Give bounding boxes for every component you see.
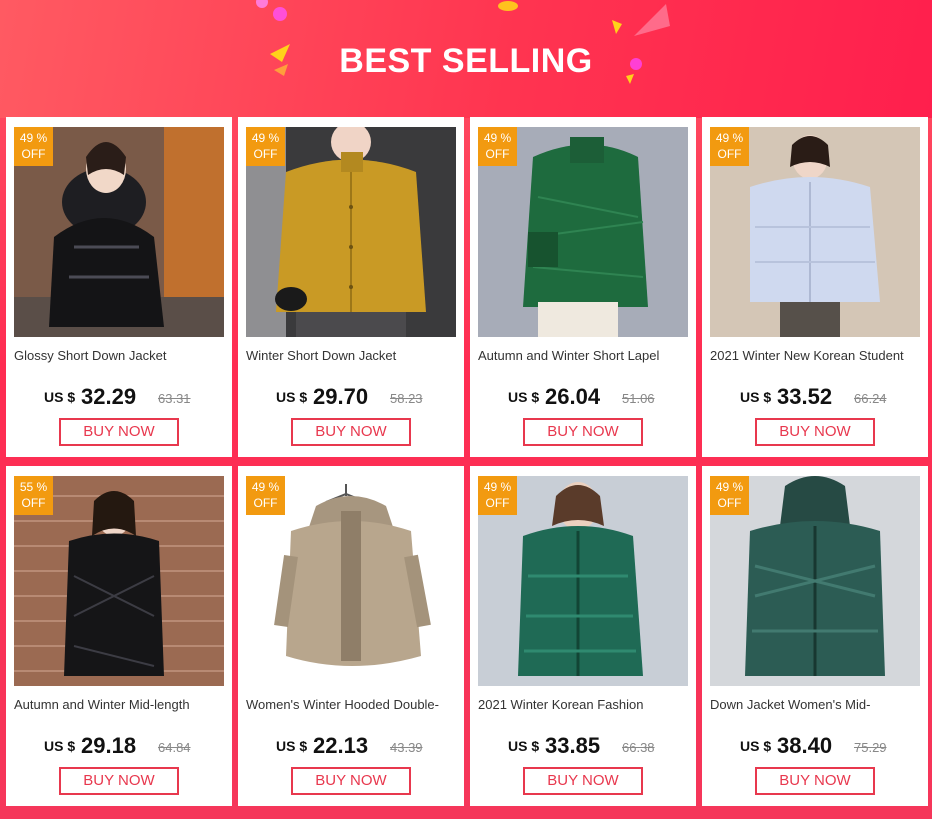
discount-percent: 49 % [715,480,744,494]
original-price: 66.24 [854,391,887,406]
discount-off-label: OFF [717,496,742,510]
product-card[interactable]: 49 % OFF Down Jacket Women's Mid- US $ 3… [702,466,928,806]
discount-percent: 49 % [251,480,280,494]
product-grid: 49 % OFF Glossy Short Down Jacket US $ 3… [6,117,932,819]
discount-badge: 49 % OFF [246,127,285,166]
price-row: US $ 38.40 75.29 [702,733,928,758]
original-price: 64.84 [158,740,191,755]
currency-label: US $ [276,389,308,405]
product-card[interactable]: 55 % OFF Autumn and Winter Mid-length US… [6,466,232,806]
sale-price: 26.04 [545,384,601,409]
discount-percent: 49 % [483,480,512,494]
original-price: 75.29 [854,740,887,755]
product-card[interactable]: 49 % OFF 2021 Winter New Korean Student … [702,117,928,457]
currency-label: US $ [44,738,76,754]
original-price: 43.39 [390,740,423,755]
currency-label: US $ [740,738,772,754]
discount-badge: 49 % OFF [710,476,749,515]
product-name[interactable]: Autumn and Winter Short Lapel [478,348,690,366]
sale-price: 33.85 [545,733,601,758]
buy-now-button[interactable]: BUY NOW [291,767,411,795]
discount-percent: 49 % [251,131,280,145]
buy-now-button[interactable]: BUY NOW [755,418,875,446]
discount-percent: 55 % [19,480,48,494]
discount-badge: 49 % OFF [246,476,285,515]
product-name[interactable]: Glossy Short Down Jacket [14,348,226,366]
product-name[interactable]: Women's Winter Hooded Double- [246,697,458,715]
price-row: US $ 32.29 63.31 [6,384,232,409]
product-name[interactable]: 2021 Winter New Korean Student [710,348,922,366]
discount-percent: 49 % [715,131,744,145]
product-card[interactable]: 49 % OFF Glossy Short Down Jacket US $ 3… [6,117,232,457]
sale-price: 38.40 [777,733,833,758]
discount-off-label: OFF [717,147,742,161]
confetti-decoration [256,0,287,21]
price-row: US $ 33.52 66.24 [702,384,928,409]
currency-label: US $ [276,738,308,754]
price-row: US $ 29.18 64.84 [6,733,232,758]
currency-label: US $ [740,389,772,405]
sale-price: 29.70 [313,384,369,409]
product-card[interactable]: 49 % OFF 2021 Winter Korean Fashion US $… [470,466,696,806]
price-row: US $ 26.04 51.06 [470,384,696,409]
product-name[interactable]: Down Jacket Women's Mid- [710,697,922,715]
currency-label: US $ [44,389,76,405]
currency-label: US $ [508,738,540,754]
buy-now-button[interactable]: BUY NOW [523,418,643,446]
discount-badge: 49 % OFF [710,127,749,166]
discount-percent: 49 % [19,131,48,145]
product-card[interactable]: 49 % OFF Autumn and Winter Short Lapel U… [470,117,696,457]
product-name[interactable]: Autumn and Winter Mid-length [14,697,226,715]
page-title: BEST SELLING [339,42,593,80]
discount-off-label: OFF [253,496,278,510]
product-card[interactable]: 49 % OFF Women's Winter Hooded Double- U… [238,466,464,806]
discount-off-label: OFF [485,147,510,161]
buy-now-button[interactable]: BUY NOW [523,767,643,795]
banner: BEST SELLING [0,0,932,118]
product-name[interactable]: 2021 Winter Korean Fashion [478,697,690,715]
original-price: 58.23 [390,391,423,406]
discount-off-label: OFF [485,496,510,510]
discount-badge: 55 % OFF [14,476,53,515]
sale-price: 22.13 [313,733,369,758]
price-row: US $ 33.85 66.38 [470,733,696,758]
currency-label: US $ [508,389,540,405]
product-card[interactable]: 49 % OFF Winter Short Down Jacket US $ 2… [238,117,464,457]
discount-off-label: OFF [21,496,46,510]
buy-now-button[interactable]: BUY NOW [291,418,411,446]
confetti-decoration [498,1,518,11]
original-price: 63.31 [158,391,191,406]
discount-off-label: OFF [21,147,46,161]
product-name[interactable]: Winter Short Down Jacket [246,348,458,366]
sale-price: 32.29 [81,384,137,409]
buy-now-button[interactable]: BUY NOW [59,418,179,446]
price-row: US $ 29.70 58.23 [238,384,464,409]
price-row: US $ 22.13 43.39 [238,733,464,758]
discount-badge: 49 % OFF [14,127,53,166]
sale-price: 33.52 [777,384,833,409]
original-price: 51.06 [622,391,655,406]
original-price: 66.38 [622,740,655,755]
discount-badge: 49 % OFF [478,476,517,515]
buy-now-button[interactable]: BUY NOW [59,767,179,795]
sale-price: 29.18 [81,733,137,758]
discount-off-label: OFF [253,147,278,161]
discount-badge: 49 % OFF [478,127,517,166]
discount-percent: 49 % [483,131,512,145]
buy-now-button[interactable]: BUY NOW [755,767,875,795]
